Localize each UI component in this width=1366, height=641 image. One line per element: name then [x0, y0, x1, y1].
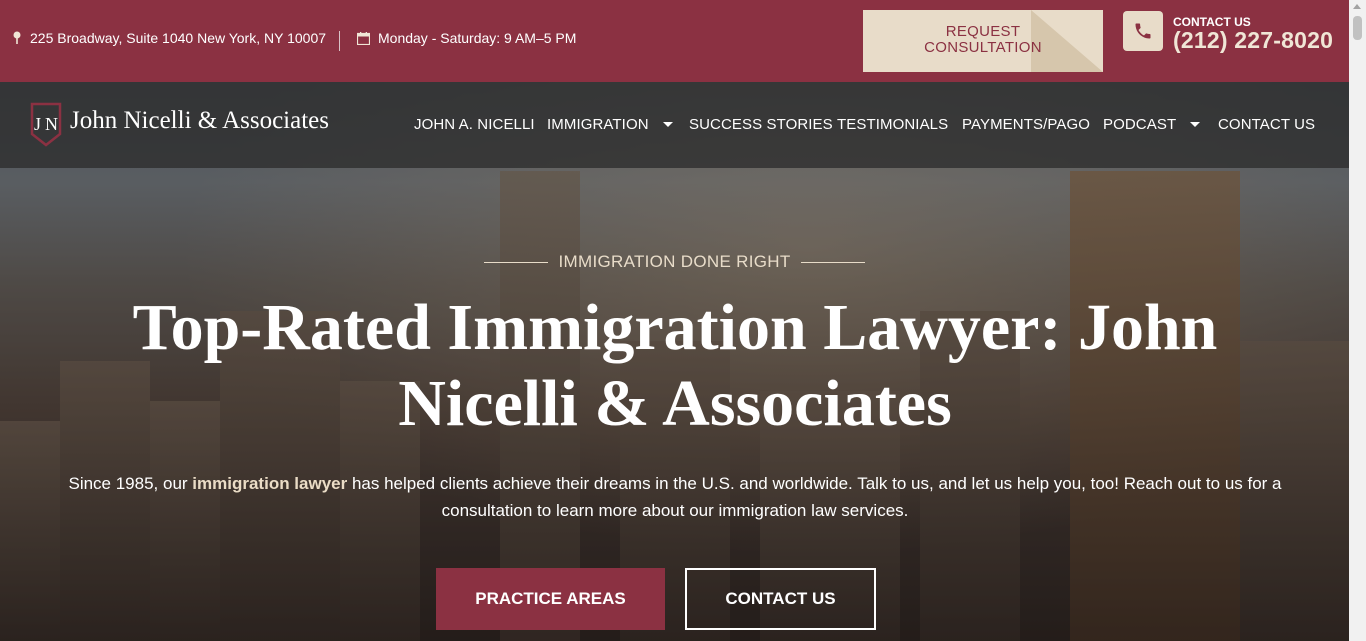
nav-testimonials[interactable]: TESTIMONIALS — [837, 116, 948, 133]
hero-title: Top-Rated Immigration Lawyer: John Nicel… — [132, 291, 1218, 440]
practice-areas-button[interactable]: PRACTICE AREAS — [436, 568, 665, 630]
address-info: 225 Broadway, Suite 1040 New York, NY 10… — [12, 30, 326, 46]
nav-label: PAYMENTS/PAGO — [962, 116, 1090, 133]
svg-text:N: N — [45, 114, 58, 134]
nav-label: JOHN A. NICELLI — [414, 116, 535, 133]
request-consultation-button[interactable]: REQUEST CONSULTATION — [863, 10, 1103, 72]
svg-text:J: J — [34, 114, 41, 134]
address-text: 225 Broadway, Suite 1040 New York, NY 10… — [30, 30, 327, 46]
nav-immigration[interactable]: IMMIGRATION — [547, 116, 673, 133]
logo-icon[interactable]: J N — [30, 102, 62, 147]
nav-label: SUCCESS STORIES — [689, 116, 833, 133]
nav-label: CONTACT US — [1218, 116, 1316, 133]
immigration-lawyer-link[interactable]: immigration lawyer — [192, 474, 347, 493]
phone-icon — [1135, 23, 1151, 39]
request-label-line2: CONSULTATION — [924, 39, 1042, 56]
calendar-icon — [357, 31, 370, 45]
nav-john-nicelli[interactable]: JOHN A. NICELLI — [414, 116, 535, 133]
nav-contact-us[interactable]: CONTACT US — [1218, 116, 1315, 133]
caret-down-icon — [662, 122, 673, 127]
scrollbar[interactable] — [1349, 0, 1366, 641]
brand-name[interactable]: John Nicelli & Associates — [70, 107, 329, 135]
hours-text: Monday - Saturday: 9 AM–5 PM — [378, 30, 577, 46]
divider — [339, 31, 340, 51]
contact-us-button[interactable]: CONTACT US — [685, 568, 876, 630]
request-label-line1: REQUEST — [945, 23, 1021, 40]
scrollbar-thumb[interactable] — [1353, 16, 1362, 40]
phone-icon-box[interactable] — [1123, 11, 1163, 51]
top-info-bar: 225 Broadway, Suite 1040 New York, NY 10… — [0, 0, 1349, 82]
nav-payments[interactable]: PAYMENTS/PAGO — [962, 116, 1090, 133]
subtitle-text: Since 1985, our — [68, 474, 193, 493]
map-pin-icon — [13, 31, 21, 44]
caret-down-icon — [1190, 122, 1201, 127]
nav-label: TESTIMONIALS — [837, 116, 949, 133]
nav-label: IMMIGRATION — [547, 116, 649, 133]
subtitle-text: has helped clients achieve their dreams … — [347, 474, 1282, 520]
hours-info: Monday - Saturday: 9 AM–5 PM — [357, 30, 576, 46]
nav-label: PODCAST — [1103, 116, 1177, 133]
phone-number-link[interactable]: (212) 227-8020 — [1173, 27, 1333, 54]
hero-eyebrow: IMMIGRATION DONE RIGHT — [558, 252, 791, 271]
nav-podcast[interactable]: PODCAST — [1103, 116, 1201, 133]
hero-subtitle: Since 1985, our immigration lawyer has h… — [40, 470, 1310, 524]
nav-success-stories[interactable]: SUCCESS STORIES — [689, 116, 833, 133]
scroll-up-arrow-icon[interactable] — [1353, 4, 1361, 9]
